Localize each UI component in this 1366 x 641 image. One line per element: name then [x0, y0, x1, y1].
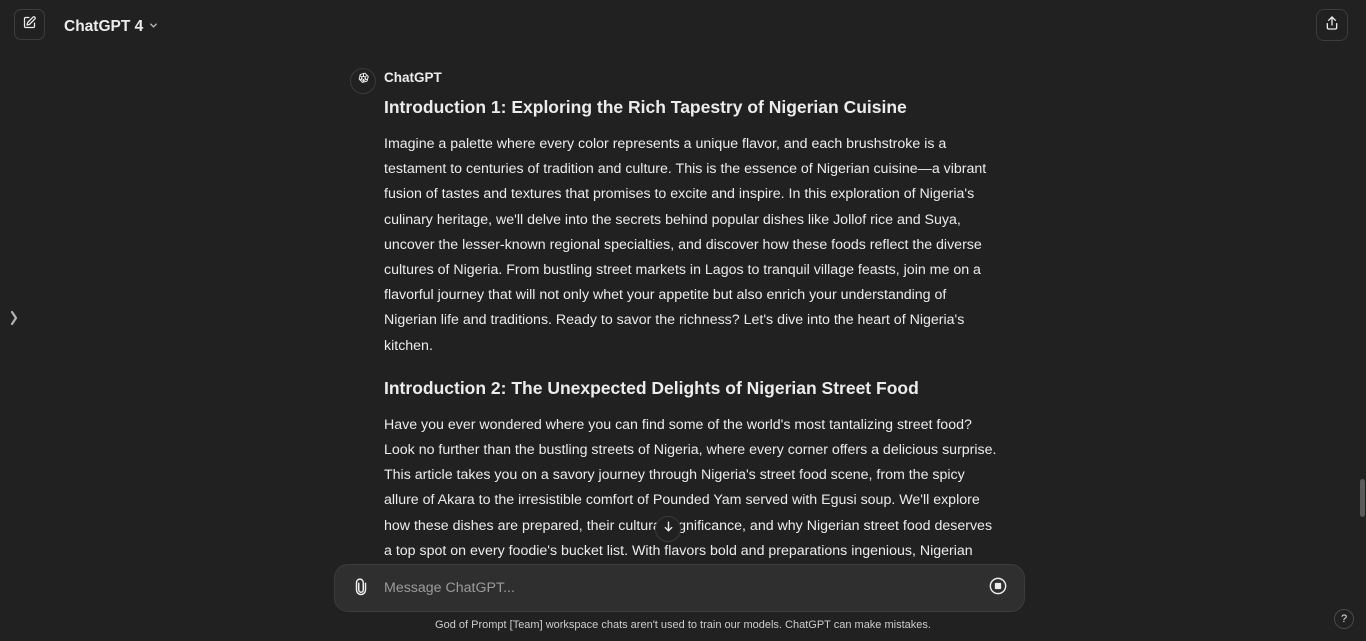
section-heading-2: Introduction 2: The Unexpected Delights …	[384, 377, 919, 398]
scrollbar-thumb[interactable]	[1360, 479, 1365, 517]
stop-icon	[989, 577, 1007, 600]
model-name: ChatGPT 4	[64, 18, 144, 35]
paragraph-line: fusion of tastes and textures that promi…	[384, 186, 975, 203]
conversation-area: ChatGPT Introduction 1: Exploring the Ri…	[0, 52, 1366, 558]
section-body-2: Have you ever wondered where you can fin…	[384, 413, 1009, 558]
arrow-down-icon	[662, 520, 675, 538]
model-selector[interactable]: ChatGPT 4	[64, 16, 159, 38]
share-icon	[1324, 15, 1340, 36]
paragraph-line: culinary heritage, we'll delve into the …	[384, 211, 961, 228]
paragraph-line: testament to centuries of tradition and …	[384, 161, 987, 178]
paragraph-line: Imagine a palette where every color repr…	[384, 136, 947, 152]
paragraph-line: flavorful journey that will not only whe…	[384, 287, 947, 304]
attach-file-button[interactable]	[351, 577, 371, 602]
paragraph-line: how these dishes are prepared, their cul…	[384, 517, 993, 534]
section-body-1: Imagine a palette where every color repr…	[384, 132, 1009, 359]
assistant-avatar	[350, 68, 376, 94]
stop-generating-button[interactable]	[988, 577, 1007, 600]
chevron-down-icon	[148, 18, 159, 36]
help-button[interactable]: ?	[1334, 609, 1354, 629]
openai-logo-icon	[356, 71, 371, 91]
paragraph-line: allure of Akara to the irresistible comf…	[384, 492, 980, 509]
paragraph-line: a top spot on every foodie's bucket list…	[384, 542, 973, 558]
message-input[interactable]	[384, 577, 964, 599]
share-button[interactable]	[1316, 9, 1348, 41]
message-author: ChatGPT	[384, 70, 442, 85]
section-heading-1: Introduction 1: Exploring the Rich Tapes…	[384, 97, 907, 117]
paragraph-line: cultures of Nigeria. From bustling stree…	[384, 262, 981, 279]
paragraph-line: Nigerian life and traditions. Ready to s…	[384, 312, 965, 329]
paragraph-line: uncover the lesser-known regional specia…	[384, 236, 982, 253]
paragraph-line: kitchen.	[384, 337, 433, 354]
paragraph-line: Have you ever wondered where you can fin…	[384, 416, 972, 433]
message-content: Introduction 1: Exploring the Rich Tapes…	[384, 92, 1009, 558]
edit-icon	[22, 15, 37, 35]
new-chat-button[interactable]	[14, 9, 45, 40]
scroll-to-bottom-button[interactable]	[655, 516, 681, 542]
paperclip-icon	[352, 577, 370, 602]
top-bar: ChatGPT 4	[0, 0, 1366, 52]
paragraph-line: This article takes you on a savory journ…	[384, 467, 965, 484]
message-composer	[334, 564, 1025, 612]
paragraph-line: Look no further than the bustling street…	[384, 442, 997, 459]
footer-disclaimer: God of Prompt [Team] workspace chats are…	[435, 619, 931, 631]
